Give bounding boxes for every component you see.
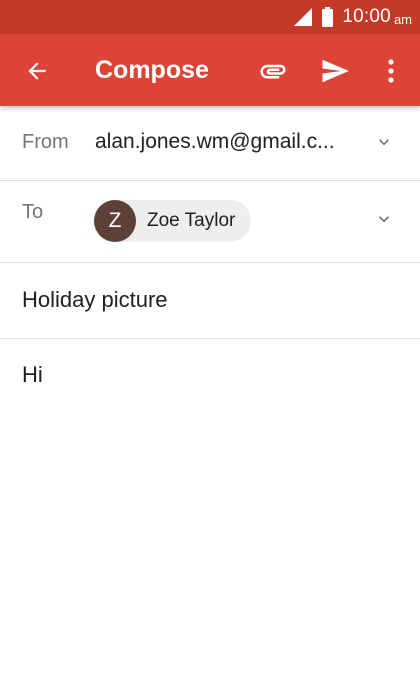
- chevron-down-icon[interactable]: [374, 209, 394, 229]
- recipient-name: Zoe Taylor: [147, 210, 236, 231]
- send-icon[interactable]: [320, 56, 350, 86]
- subject-field[interactable]: Holiday picture: [22, 287, 168, 313]
- back-arrow-icon[interactable]: [24, 58, 50, 84]
- recipient-chip[interactable]: Z Zoe Taylor: [94, 200, 252, 242]
- message-body-field[interactable]: Hi: [22, 362, 43, 388]
- more-vert-icon[interactable]: [380, 56, 402, 86]
- app-bar: Compose: [0, 34, 420, 106]
- chevron-down-icon[interactable]: [374, 132, 394, 152]
- to-label: To: [22, 201, 44, 223]
- page-title: Compose: [95, 56, 209, 84]
- status-time: 10:00: [342, 6, 391, 27]
- battery-icon: [322, 7, 334, 27]
- status-ampm: am: [393, 11, 412, 27]
- subject-row[interactable]: Holiday picture: [0, 263, 420, 339]
- cell-signal-icon: [294, 8, 313, 26]
- attachment-icon[interactable]: [258, 56, 288, 86]
- from-account-field[interactable]: alan.jones.wm@gmail.c...: [95, 130, 335, 154]
- to-row[interactable]: To Z Zoe Taylor: [0, 181, 420, 263]
- avatar: Z: [94, 200, 136, 242]
- from-row[interactable]: From alan.jones.wm@gmail.c...: [0, 106, 420, 181]
- status-bar: 10:00 am: [0, 0, 420, 34]
- from-label: From: [22, 131, 69, 153]
